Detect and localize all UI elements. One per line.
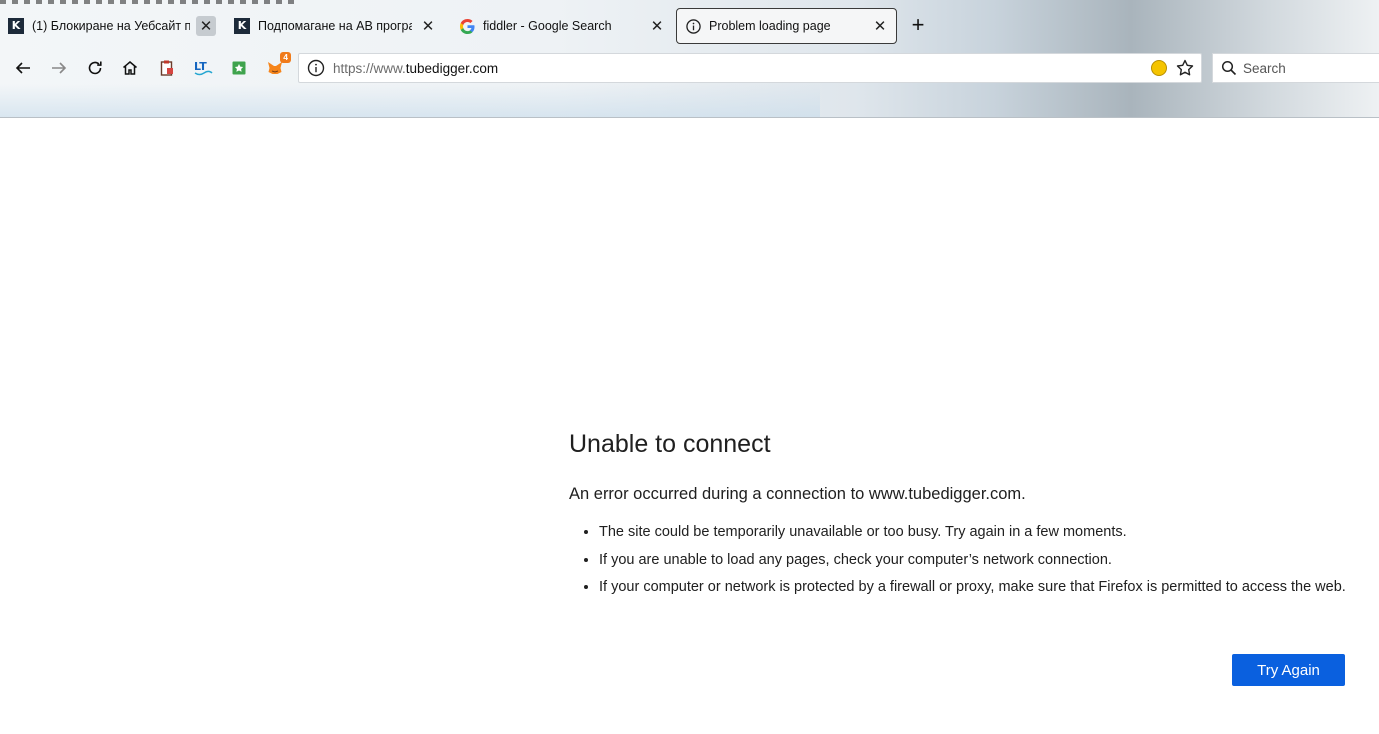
forward-button[interactable] [45,54,73,82]
tab-title: fiddler - Google Search [483,19,612,33]
clipboard-extension-button[interactable] [153,54,181,82]
error-title: Unable to connect [569,430,771,458]
close-tab-icon[interactable]: ✕ [870,16,890,36]
tab-blokirane[interactable]: K (1) Блокиране на Уебсайт по ✕ [0,8,222,44]
reload-button[interactable] [81,54,109,82]
theme-background-gradient [0,84,820,117]
home-button[interactable] [116,54,144,82]
tab-title: Подпомагане на АВ програми [258,19,412,33]
tab-fiddler[interactable]: fiddler - Google Search ✕ [451,8,673,44]
green-bookmark-icon [232,61,246,75]
tab-title: Problem loading page [709,19,831,33]
clipboard-icon [160,60,173,76]
back-button[interactable] [9,54,37,82]
close-tab-icon[interactable]: ✕ [196,16,216,36]
back-arrow-icon [15,62,30,74]
address-bar[interactable]: https://www.tubedigger.com [298,53,1202,83]
tab-podpomagane[interactable]: K Подпомагане на АВ програми ✕ [226,8,444,44]
k-logo-icon: K [234,18,250,34]
url-text: https://www.tubedigger.com [333,60,499,76]
tab-problem-loading[interactable]: Problem loading page ✕ [676,8,897,44]
navigation-toolbar: LT 4 https://www.tubedigger.com Search [0,48,1379,88]
error-suggestions: The site could be temporarily unavailabl… [569,522,1359,605]
error-description: An error occurred during a connection to… [569,485,1026,503]
home-icon [123,61,137,75]
site-info-icon[interactable] [307,59,325,77]
close-tab-icon[interactable]: ✕ [418,16,438,36]
metamask-extension-button[interactable]: 4 [261,52,291,82]
suggestion-item: If your computer or network is protected… [599,577,1359,597]
k-logo-icon: K [8,18,24,34]
search-placeholder: Search [1243,60,1286,76]
info-icon [685,18,701,34]
window-title-strip [0,0,300,4]
suggestion-item: If you are unable to load any pages, che… [599,550,1359,570]
translate-extension-button[interactable]: LT [189,54,217,82]
bookmark-star-icon[interactable] [1175,58,1195,78]
search-icon [1221,60,1237,76]
try-again-button[interactable]: Try Again [1232,654,1345,686]
close-tab-icon[interactable]: ✕ [647,16,667,36]
suggestion-item: The site could be temporarily unavailabl… [599,522,1359,542]
reload-icon [88,61,102,75]
tab-title: (1) Блокиране на Уебсайт по [32,19,190,33]
google-g-icon [459,18,475,34]
yellow-extension-icon[interactable] [1151,60,1167,76]
lt-translate-icon: LT [194,60,213,76]
svg-text:LT: LT [194,60,207,73]
browser-chrome: K (1) Блокиране на Уебсайт по ✕ K Подпом… [0,0,1379,118]
forward-arrow-icon [52,62,67,74]
extension-badge: 4 [280,52,291,63]
bookmark-extension-button[interactable] [225,54,253,82]
new-tab-button[interactable]: + [906,14,930,38]
search-bar[interactable]: Search [1212,53,1379,83]
